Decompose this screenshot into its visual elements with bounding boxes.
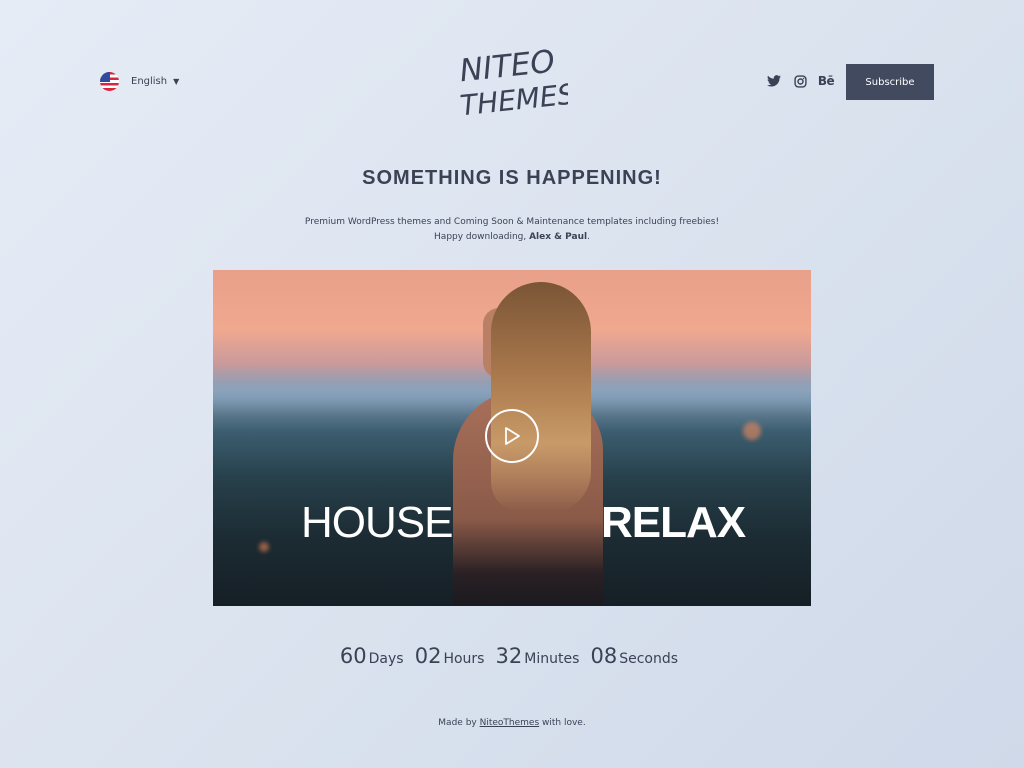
- niteo-themes-logo[interactable]: NITEO THEMES: [456, 40, 568, 118]
- us-flag-icon: [100, 72, 119, 91]
- twitter-icon[interactable]: [766, 73, 782, 89]
- instagram-icon[interactable]: [792, 73, 808, 89]
- countdown-hours-label: Hours: [443, 651, 485, 667]
- page-subtitle: Premium WordPress themes and Coming Soon…: [0, 215, 1024, 245]
- caret-down-icon: ▼: [173, 77, 180, 86]
- language-selector[interactable]: English ▼: [100, 72, 179, 91]
- subtitle-line-2: Happy downloading, Alex & Paul.: [0, 230, 1024, 245]
- footer: Made by NiteoThemes with love.: [0, 718, 1024, 728]
- countdown-seconds-label: Seconds: [619, 651, 679, 667]
- footer-prefix: Made by: [438, 718, 480, 728]
- play-button[interactable]: [485, 409, 539, 463]
- footer-suffix: with love.: [539, 718, 586, 728]
- countdown-seconds-value: 08: [590, 644, 618, 668]
- site-header: English ▼ NITEO THEMES Bē Subscribe: [0, 0, 1024, 160]
- countdown-minutes-label: Minutes: [524, 651, 580, 667]
- language-label: English: [131, 76, 168, 87]
- countdown-hours-value: 02: [414, 644, 442, 668]
- play-icon: [505, 427, 520, 445]
- video-text-house: HOUSE: [301, 498, 453, 547]
- video-text-relax: RELAX: [601, 498, 746, 547]
- countdown-days-label: Days: [368, 651, 404, 667]
- social-links: Bē: [766, 73, 835, 89]
- subtitle-line-1: Premium WordPress themes and Coming Soon…: [304, 217, 720, 227]
- subtitle-authors: Alex & Paul: [529, 232, 588, 242]
- countdown-days-value: 60: [339, 644, 367, 668]
- countdown-minutes-value: 32: [495, 644, 523, 668]
- footer-niteothemes-link[interactable]: NiteoThemes: [480, 718, 540, 728]
- page-title: SOMETHING IS HAPPENING!: [362, 167, 662, 189]
- subtitle-prefix: Happy downloading,: [434, 232, 530, 242]
- behance-icon[interactable]: Bē: [818, 73, 835, 89]
- subtitle-suffix: .: [587, 232, 590, 242]
- subscribe-button[interactable]: Subscribe: [846, 64, 934, 100]
- countdown-timer: 60 Days 02 Hours 32 Minutes 08 Seconds: [0, 644, 1024, 668]
